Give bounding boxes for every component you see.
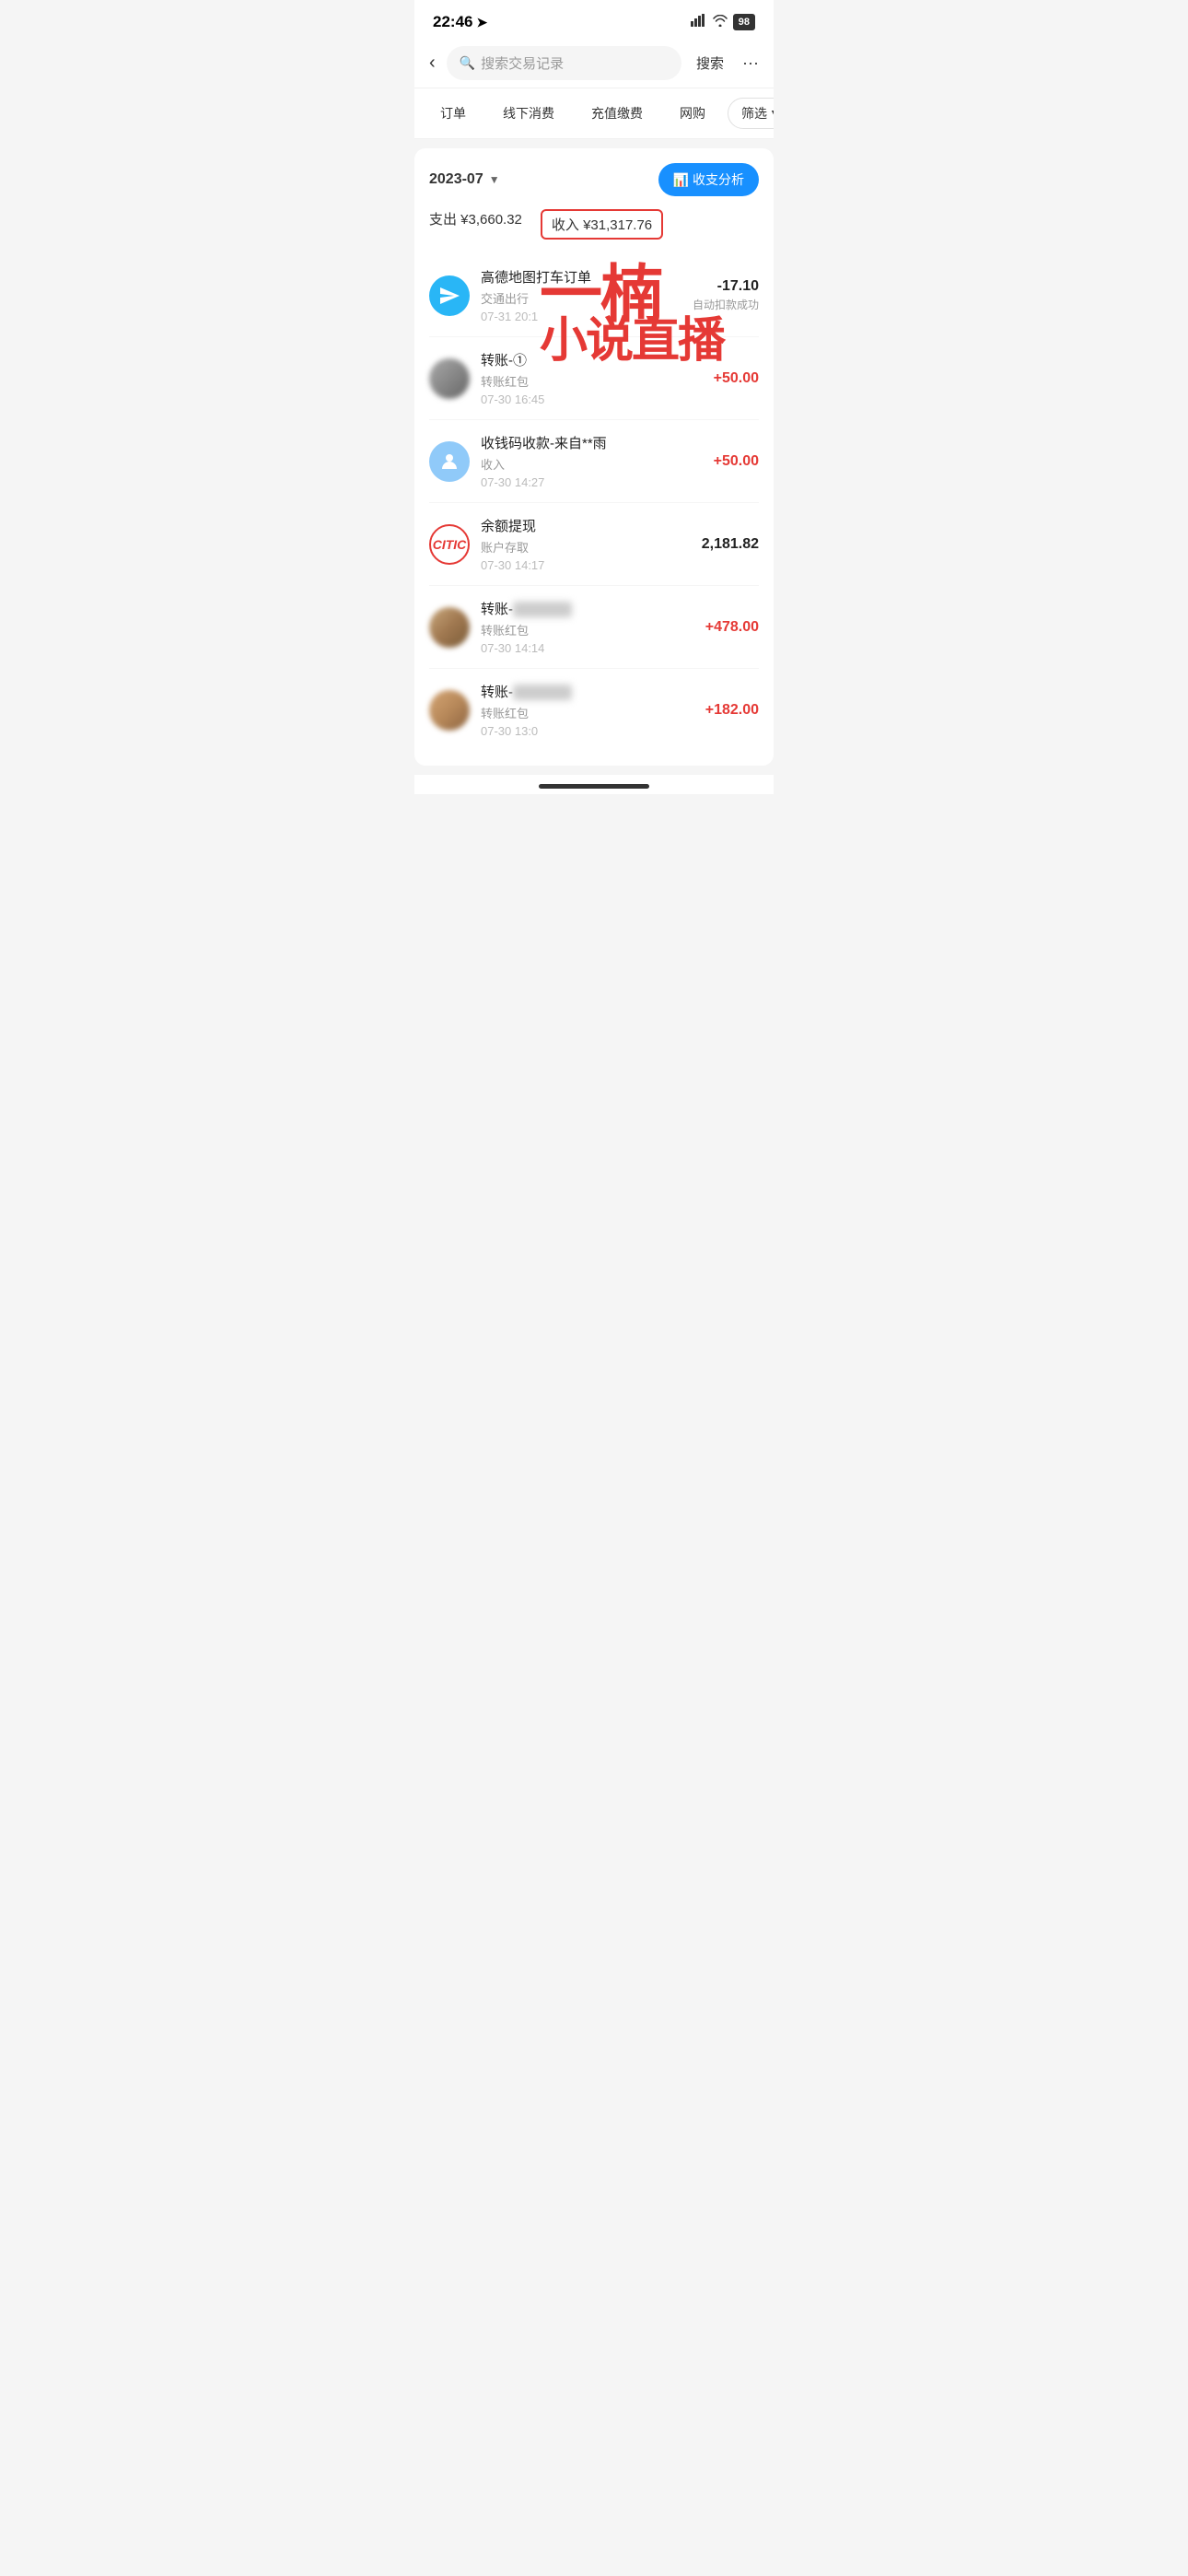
- search-placeholder: 搜索交易记录: [481, 53, 564, 73]
- status-time: 22:46 ➤: [433, 13, 487, 31]
- location-icon: ➤: [476, 15, 487, 30]
- tx6-name: 转账-██████: [481, 682, 705, 701]
- status-icons: 98: [691, 13, 755, 31]
- filter-button[interactable]: 筛选 ▼: [728, 98, 774, 129]
- transaction-item-4[interactable]: CITIC 余额提现 账户存取 07-30 14:17 2,181.82: [429, 503, 759, 586]
- home-bar: [539, 784, 649, 789]
- tx6-info: 转账-██████ 转账红包 07-30 13:0: [481, 682, 705, 738]
- main-content: 2023-07 ▼ 📊 收支分析 支出 ¥3,660.32 收入 ¥31,317…: [414, 148, 774, 766]
- search-button[interactable]: 搜索: [689, 50, 731, 76]
- tx4-info: 余额提现 账户存取 07-30 14:17: [481, 516, 702, 572]
- wifi-icon: [713, 13, 728, 31]
- summary-header: 2023-07 ▼ 📊 收支分析: [429, 163, 759, 196]
- tab-online-shop[interactable]: 网购: [665, 99, 720, 128]
- tx2-name: 转账-①: [481, 350, 714, 369]
- tx5-category: 转账红包: [481, 621, 705, 638]
- expense-item: 支出 ¥3,660.32: [429, 209, 522, 240]
- income-label: 收入 ¥31,317.76: [552, 215, 652, 234]
- tx2-info: 转账-① 转账红包 07-30 16:45: [481, 350, 714, 406]
- tx3-info: 收钱码收款-来自**雨 收入 07-30 14:27: [481, 433, 714, 489]
- status-bar: 22:46 ➤ 98: [414, 0, 774, 39]
- transaction-item-1[interactable]: 高德地图打车订单 交通出行 07-31 20:1 -17.10 自动扣款成功: [429, 254, 759, 337]
- month-label: 2023-07: [429, 171, 483, 188]
- transaction-item-2[interactable]: 转账-① 转账红包 07-30 16:45 +50.00: [429, 337, 759, 420]
- transaction-item-5[interactable]: 转账-██████ 转账红包 07-30 14:14 +478.00: [429, 586, 759, 669]
- tx3-avatar: [429, 441, 470, 482]
- tx5-amount-col: +478.00: [705, 619, 759, 636]
- tx1-time: 07-31 20:1: [481, 310, 693, 323]
- analysis-label: 收支分析: [693, 170, 744, 189]
- tx3-name: 收钱码收款-来自**雨: [481, 433, 714, 452]
- income-highlight-box: 收入 ¥31,317.76: [541, 209, 663, 240]
- search-input-wrap[interactable]: 🔍 搜索交易记录: [447, 46, 681, 80]
- tx5-time: 07-30 14:14: [481, 641, 705, 655]
- tx1-amount: -17.10: [693, 278, 759, 295]
- citic-avatar: CITIC: [429, 524, 470, 565]
- battery-indicator: 98: [733, 14, 755, 30]
- tx3-amount-col: +50.00: [714, 453, 759, 470]
- expense-label: 支出 ¥: [429, 212, 469, 228]
- tx2-category: 转账红包: [481, 372, 714, 390]
- month-arrow-icon: ▼: [489, 173, 500, 186]
- tab-dingdan[interactable]: 订单: [425, 99, 481, 128]
- tx6-time: 07-30 13:0: [481, 724, 705, 738]
- gaode-avatar: [429, 275, 470, 316]
- more-button[interactable]: ···: [739, 50, 763, 76]
- tx1-status: 自动扣款成功: [693, 297, 759, 312]
- tx4-category: 账户存取: [481, 538, 702, 556]
- filter-label: 筛选: [741, 104, 767, 123]
- home-indicator: [414, 775, 774, 794]
- tx5-amount: +478.00: [705, 619, 759, 636]
- tx5-info: 转账-██████ 转账红包 07-30 14:14: [481, 599, 705, 655]
- chart-icon: 📊: [673, 172, 689, 188]
- tx5-name: 转账-██████: [481, 599, 705, 618]
- tab-recharge[interactable]: 充值缴费: [577, 99, 658, 128]
- tx4-amount-col: 2,181.82: [702, 536, 759, 553]
- signal-icon: [691, 13, 707, 31]
- tx6-amount: +182.00: [705, 702, 759, 719]
- transaction-item-3[interactable]: 收钱码收款-来自**雨 收入 07-30 14:27 +50.00: [429, 420, 759, 503]
- filter-arrow-icon: ▼: [769, 106, 774, 121]
- search-bar: ‹ 🔍 搜索交易记录 搜索 ···: [414, 39, 774, 88]
- back-button[interactable]: ‹: [425, 49, 439, 77]
- tx6-avatar: [429, 690, 470, 731]
- tx6-category: 转账红包: [481, 704, 705, 721]
- tx4-name: 余额提现: [481, 516, 702, 535]
- transaction-item-6[interactable]: 转账-██████ 转账红包 07-30 13:0 +182.00: [429, 669, 759, 751]
- transaction-list: 一楠 小说直播 高德地图打车订单 交通出行 07-31 20:1 -17.10 …: [429, 254, 759, 751]
- tx1-name: 高德地图打车订单: [481, 267, 693, 287]
- tx2-time: 07-30 16:45: [481, 392, 714, 406]
- tx1-info: 高德地图打车订单 交通出行 07-31 20:1: [481, 267, 693, 323]
- analysis-button[interactable]: 📊 收支分析: [658, 163, 759, 196]
- tx1-amount-col: -17.10 自动扣款成功: [693, 278, 759, 312]
- tx3-category: 收入: [481, 455, 714, 473]
- tab-offline[interactable]: 线下消费: [488, 99, 569, 128]
- tx2-avatar: [429, 358, 470, 399]
- filter-tabs: 订单 线下消费 充值缴费 网购 筛选 ▼: [414, 88, 774, 139]
- tx3-time: 07-30 14:27: [481, 475, 714, 489]
- tx5-avatar: [429, 607, 470, 648]
- time-display: 22:46: [433, 13, 472, 31]
- tx6-amount-col: +182.00: [705, 702, 759, 719]
- tx2-amount: +50.00: [714, 370, 759, 387]
- summary-row: 支出 ¥3,660.32 收入 ¥31,317.76: [429, 209, 759, 240]
- tx4-time: 07-30 14:17: [481, 558, 702, 572]
- expense-value: 3,660.32: [469, 212, 522, 228]
- month-selector[interactable]: 2023-07 ▼: [429, 171, 500, 188]
- search-icon: 🔍: [460, 55, 475, 71]
- tx3-amount: +50.00: [714, 453, 759, 470]
- tx4-amount: 2,181.82: [702, 536, 759, 553]
- tx1-category: 交通出行: [481, 289, 693, 307]
- tx2-amount-col: +50.00: [714, 370, 759, 387]
